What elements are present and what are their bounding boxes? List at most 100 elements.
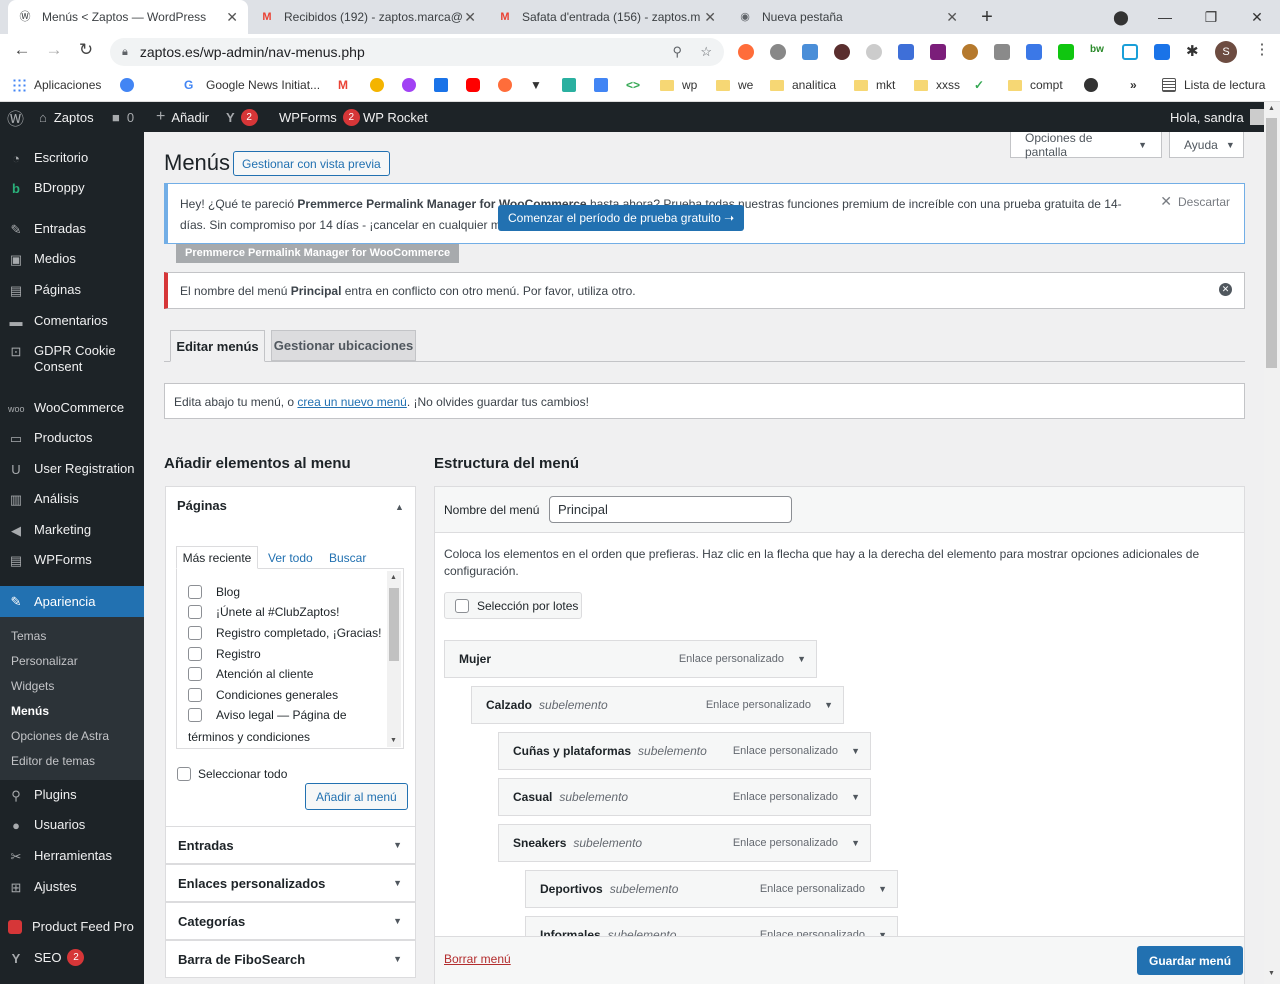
bookmark-folder-wp[interactable]: wp <box>660 76 697 94</box>
save-menu-button[interactable]: Guardar menú <box>1137 946 1244 975</box>
menu-item-sneakers[interactable]: Sneakers subelemento Enlace personalizado ▼ <box>498 824 871 862</box>
profile-avatar[interactable]: S <box>1215 41 1237 63</box>
site-name-link[interactable]: ⌂ Zaptos <box>39 102 94 132</box>
bookmark-icon[interactable] <box>498 76 520 94</box>
extension-icon[interactable] <box>962 44 978 60</box>
back-icon[interactable]: ← <box>10 40 34 60</box>
bookmark-icon[interactable] <box>434 76 456 94</box>
browser-tab-gmail-2[interactable]: M Safata d'entrada (156) - zaptos.m ✕ <box>488 0 726 34</box>
sidebar-item-usuarios[interactable]: ● Usuarios <box>0 817 144 834</box>
sidebar-item-gdpr[interactable]: ⊡ GDPR Cookie Consent <box>0 343 144 375</box>
dismiss-link[interactable]: ✕ Descartar <box>1160 193 1230 210</box>
caret-down-icon[interactable]: ▼ <box>851 792 860 802</box>
checkbox[interactable] <box>177 767 191 781</box>
bookmark-icon[interactable]: ▼ <box>530 76 552 94</box>
bookmark-reading-list[interactable]: Lista de lectura <box>1162 76 1265 94</box>
caret-down-icon[interactable]: ▼ <box>797 654 806 664</box>
page-option[interactable]: Atención al cliente <box>188 667 313 681</box>
new-tab-button[interactable]: + <box>964 0 1010 34</box>
bookmark-folder-analitica[interactable]: analitica <box>770 76 836 94</box>
yoast-link[interactable]: Y2 <box>226 102 258 132</box>
tab-search-icon[interactable]: ⬤ <box>1098 0 1144 34</box>
collapse-up-icon[interactable]: ▲ <box>395 502 404 512</box>
caret-down-icon[interactable]: ▼ <box>851 746 860 756</box>
sidebar-item-medios[interactable]: ▣ Medios <box>0 251 144 268</box>
bookmark-star-icon[interactable]: ☆ <box>700 44 712 60</box>
sidebar-item-herramientas[interactable]: ✂ Herramientas <box>0 848 144 865</box>
extension-icon[interactable] <box>930 44 946 60</box>
checkbox[interactable] <box>188 688 202 702</box>
extension-icon[interactable] <box>738 44 754 60</box>
address-bar[interactable]: 🔒︎ zaptos.es/wp-admin/nav-menus.php ⚲ ☆ <box>110 38 724 66</box>
browser-tab-wordpress[interactable]: Ⓦ Menús < Zaptos — WordPress ✕ <box>8 0 248 34</box>
add-to-menu-button[interactable]: Añadir al menú <box>305 783 408 810</box>
sidebar-item-product-feed-pro[interactable]: Product Feed Pro <box>0 919 144 934</box>
sidebar-item-user-registration[interactable]: U User Registration <box>0 461 144 478</box>
bulk-select-button[interactable]: Selección por lotes <box>444 592 582 619</box>
sidebar-item-wpforms[interactable]: ▤ WPForms <box>0 552 144 569</box>
menu-item-casual[interactable]: Casual subelemento Enlace personalizado ▼ <box>498 778 871 816</box>
comments-link[interactable]: ■ 0 <box>112 102 134 132</box>
sidebar-item-ajustes[interactable]: ⊞ Ajustes <box>0 879 144 896</box>
caret-down-icon[interactable]: ▼ <box>878 884 887 894</box>
extension-icon[interactable] <box>898 44 914 60</box>
caret-down-icon[interactable]: ▼ <box>824 700 833 710</box>
checkbox[interactable] <box>188 626 202 640</box>
close-tab-icon[interactable]: ✕ <box>704 9 716 26</box>
sidebar-item-seo[interactable]: Y SEO 2 <box>0 949 144 967</box>
bookmark-icon[interactable] <box>370 76 392 94</box>
bookmark-search[interactable] <box>120 76 142 94</box>
sidebar-item-bdroppy[interactable]: b BDroppy <box>0 180 144 197</box>
bookmark-folder-compt[interactable]: compt <box>1008 76 1063 94</box>
zoom-icon[interactable]: ⚲ <box>672 44 682 60</box>
scroll-down-icon[interactable]: ▼ <box>390 737 397 744</box>
menu-item-cunas[interactable]: Cuñas y plataformas subelemento Enlace per… <box>498 732 871 770</box>
bookmark-folder-mkt[interactable]: mkt <box>854 76 895 94</box>
bookmark-translate[interactable] <box>594 76 616 94</box>
checkbox[interactable] <box>188 708 202 722</box>
bookmark-icon[interactable] <box>402 76 424 94</box>
sidebar-item-entradas[interactable]: ✎ Entradas <box>0 221 144 238</box>
maximize-icon[interactable]: ❐ <box>1188 0 1234 34</box>
page-option[interactable]: Blog <box>188 585 240 599</box>
close-tab-icon[interactable]: ✕ <box>464 9 476 26</box>
extension-icon[interactable] <box>1122 44 1138 60</box>
create-new-menu-link[interactable]: crea un nuevo menú <box>297 395 406 409</box>
wordpress-logo-icon[interactable]: Ⓦ <box>7 102 24 132</box>
close-window-icon[interactable]: ✕ <box>1234 0 1280 34</box>
browser-tab-gmail-1[interactable]: M Recibidos (192) - zaptos.marca@ ✕ <box>250 0 486 34</box>
scroll-up-icon[interactable]: ▲ <box>1268 105 1275 112</box>
extension-icon[interactable] <box>1154 44 1170 60</box>
page-option[interactable]: ¡Únete al #ClubZaptos! <box>188 605 339 619</box>
close-tab-icon[interactable]: ✕ <box>946 9 958 26</box>
extension-icon[interactable] <box>866 44 882 60</box>
submenu-item-widgets[interactable]: Widgets <box>11 679 54 693</box>
minimize-icon[interactable]: — <box>1142 0 1188 34</box>
help-button[interactable]: Ayuda ▼ <box>1169 132 1244 158</box>
sidebar-item-escritorio[interactable]: ◔ Escritorio <box>0 150 144 167</box>
scroll-up-icon[interactable]: ▲ <box>390 574 397 581</box>
menu-item-deportivos[interactable]: Deportivos subelemento Enlace personalizad… <box>525 870 898 908</box>
select-all-option[interactable]: Seleccionar todo <box>177 767 287 781</box>
sidebar-item-productos[interactable]: ▭ Productos <box>0 430 144 447</box>
subtab-view-all[interactable]: Ver todo <box>268 551 313 565</box>
bookmark-apps[interactable]: Aplicaciones <box>12 76 101 94</box>
sidebar-item-woocommerce[interactable]: woo WooCommerce <box>0 400 144 417</box>
bookmark-icon[interactable]: <> <box>626 76 648 94</box>
browser-tab-new[interactable]: ◉ Nueva pestaña ✕ <box>728 0 968 34</box>
checkbox[interactable] <box>455 598 469 613</box>
bookmark-icon[interactable]: ✓ <box>974 76 996 94</box>
bookmark-folder-xxss[interactable]: xxss <box>914 76 960 94</box>
submenu-item-temas[interactable]: Temas <box>11 629 46 643</box>
more-bookmarks-icon[interactable]: » <box>1130 76 1137 94</box>
bookmark-icon[interactable] <box>562 76 584 94</box>
menu-item-informales[interactable]: Informales subelemento Enlace personalizad… <box>525 916 898 936</box>
close-tab-icon[interactable]: ✕ <box>226 9 238 26</box>
panel-entradas[interactable]: Entradas ▼ <box>165 826 416 864</box>
subtab-most-recent[interactable]: Más reciente <box>176 546 258 569</box>
scroll-down-icon[interactable]: ▼ <box>1268 970 1275 977</box>
pages-panel-title[interactable]: Páginas <box>177 498 227 513</box>
sidebar-item-apariencia[interactable]: ✎ Apariencia <box>0 586 144 617</box>
extension-icon[interactable] <box>1058 44 1074 60</box>
sidebar-item-plugins[interactable]: ⚲ Plugins <box>0 787 144 804</box>
